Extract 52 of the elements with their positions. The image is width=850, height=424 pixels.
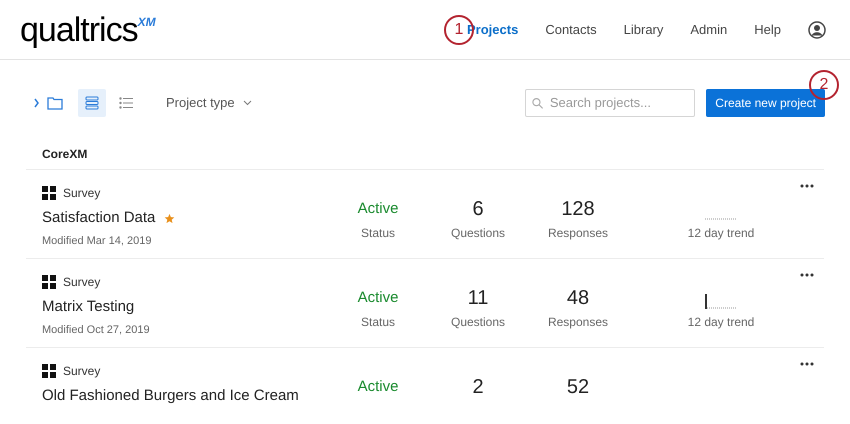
project-type-label: Survey — [63, 185, 100, 202]
sparkline — [705, 293, 737, 309]
survey-icon — [42, 275, 56, 289]
logo-mark: XM — [138, 14, 156, 28]
create-project-button[interactable]: Create new project — [706, 89, 825, 117]
modified-date: Modified Mar 14, 2019 — [42, 234, 152, 248]
status-value: Active — [358, 199, 398, 219]
project-name[interactable]: Matrix Testing — [42, 296, 134, 318]
status-value: Active — [358, 377, 398, 397]
project-name[interactable]: Satisfaction Data — [42, 207, 156, 230]
callout-number: 2 — [809, 70, 839, 100]
project-name[interactable]: Old Fashioned Burgers and Ice Cream — [42, 385, 299, 408]
bullet-list-icon — [119, 97, 133, 109]
star-icon[interactable] — [164, 212, 176, 224]
ellipsis-icon — [800, 362, 814, 366]
response-count: 128 — [561, 197, 595, 222]
questions-label: Questions — [450, 225, 506, 242]
question-count: 6 — [472, 197, 484, 222]
search-field[interactable]: Search projects... — [525, 89, 696, 117]
response-count: 52 — [566, 375, 590, 400]
project-type-label: Survey — [63, 274, 100, 291]
survey-icon — [42, 186, 56, 200]
project-type-dropdown[interactable]: Project type — [166, 93, 252, 113]
trend-label: 12 day trend — [688, 225, 754, 242]
user-avatar-icon[interactable] — [808, 20, 826, 38]
nav-link[interactable]: Help — [754, 20, 781, 40]
nav-link[interactable]: Admin — [690, 20, 728, 40]
logo-wordmark: qualtrics — [20, 12, 138, 46]
responses-label: Responses — [548, 314, 608, 331]
stacked-rows-icon — [85, 96, 99, 110]
ellipsis-icon — [800, 273, 814, 277]
card-view-button[interactable] — [78, 89, 106, 117]
trend-label: 12 day trend — [688, 314, 754, 331]
ellipsis-icon — [800, 184, 814, 188]
status-value: Active — [358, 288, 398, 308]
folder-icon[interactable] — [34, 96, 64, 110]
question-count: 11 — [468, 286, 488, 311]
question-count: 2 — [472, 375, 484, 400]
responses-label: Responses — [548, 225, 608, 242]
modified-date: Modified Oct 27, 2019 — [42, 322, 151, 338]
nav-link[interactable]: Library — [624, 20, 664, 40]
questions-label: Questions — [450, 314, 506, 331]
status-label: Status — [360, 225, 396, 242]
response-count: 48 — [566, 286, 590, 311]
chevron-down-icon — [242, 100, 252, 106]
search-input[interactable]: Search projects... — [550, 93, 688, 113]
status-label: Status — [360, 314, 396, 331]
section-heading: CoreXM — [42, 146, 88, 162]
nav-link[interactable]: Contacts — [545, 20, 597, 40]
search-icon — [532, 96, 544, 110]
survey-icon — [42, 364, 56, 378]
project-type-label: Survey — [63, 363, 100, 380]
